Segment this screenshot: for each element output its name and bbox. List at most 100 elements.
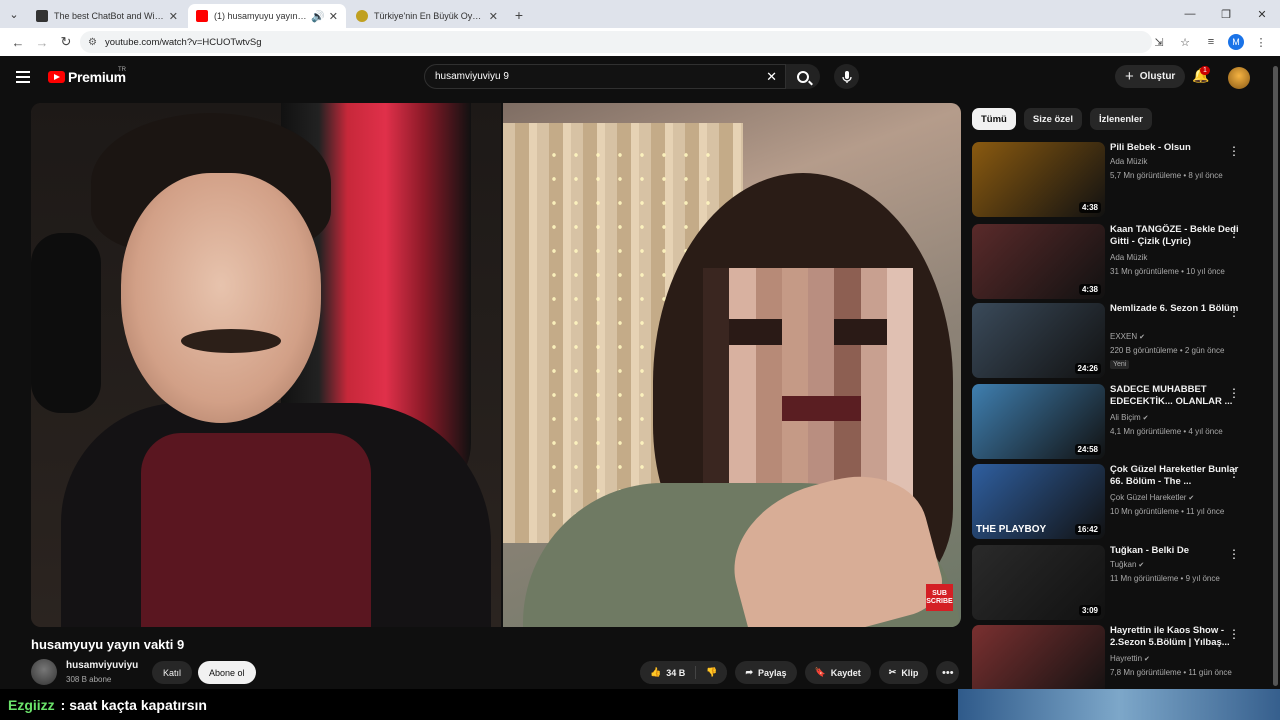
video-thumbnail[interactable]: 4:38 [972,142,1105,217]
recommendation-channel[interactable]: Ada Müzik [1110,157,1147,166]
save-button[interactable]: 🔖 Kaydet [804,661,871,684]
join-button[interactable]: Katıl [152,661,193,684]
subscriber-count: 308 B abone [66,675,112,684]
url-bar[interactable]: ⚙ youtube.com/watch?v=HCUOTwtvSg [80,31,1152,53]
bookmark-icon: 🔖 [814,667,826,677]
scrollbar-thumb[interactable] [1273,66,1278,686]
tab-search-icon[interactable]: ⌄ [0,0,28,28]
hamburger-menu-icon[interactable] [16,71,30,86]
recommendation-card[interactable]: 3:09 Tuğkan - Belki De Tuğkan ✔ 11 Mn görün… [972,545,1262,621]
minimize-icon[interactable]: — [1172,0,1208,28]
recommendation-card[interactable]: 24:58 SADECE MUHABBET EDECEKTİK... OLANLA… [972,384,1262,460]
recommendation-channel[interactable]: Ali Biçim ✔ [1110,413,1148,422]
page-scrollbar[interactable] [1270,56,1280,696]
video-player[interactable]: SUB SCRIBE [31,103,961,627]
like-button[interactable]: 👍 34 B [640,661,696,684]
mosaic-tile [703,344,730,371]
video-thumbnail[interactable]: 24:58 [972,384,1105,459]
chip-watched[interactable]: İzlenenler [1089,108,1152,130]
youtube-play-icon [48,71,65,83]
more-options-icon[interactable]: ⋮ [1228,627,1240,641]
install-icon[interactable]: ⇲ [1146,30,1172,54]
mosaic-tile [886,370,913,396]
new-tab-button[interactable]: + [508,4,530,26]
mosaic-tile [781,344,808,371]
recommendation-title[interactable]: Tuğkan - Belki De [1110,545,1240,557]
mosaic-tile [729,344,756,371]
create-button[interactable]: + Oluştur [1115,65,1186,88]
site-info-icon[interactable]: ⚙ [88,37,97,48]
clear-search-icon[interactable]: ✕ [766,69,777,85]
video-thumbnail[interactable]: 4:38 [972,224,1105,299]
youtube-premium-logo[interactable]: Premium TR [48,67,126,85]
more-options-icon[interactable]: ⋮ [1228,144,1240,158]
recommendation-channel[interactable]: Tuğkan ✔ [1110,560,1144,569]
chip-for-you[interactable]: Size özel [1023,108,1082,130]
thumbnail-text: THE PLAYBOY [976,524,1047,535]
recommendation-title[interactable]: Çok Güzel Hareketler Bunlar 66. Bölüm - … [1110,464,1240,488]
clip-button[interactable]: ✂ Klip [878,661,929,684]
channel-name: Ada Müzik [1110,253,1148,262]
mosaic-tile [755,344,782,371]
subscribe-watermark[interactable]: SUB SCRIBE [926,584,953,611]
share-button[interactable]: ➦ Paylaş [735,661,797,684]
recommendation-title[interactable]: Nemlizade 6. Sezon 1 Bölüm [1110,303,1240,315]
more-options-icon[interactable]: ⋮ [1228,466,1240,480]
more-options-icon[interactable]: ⋮ [1228,226,1240,240]
mosaic-tile [755,293,782,320]
tab-close-icon[interactable]: ✕ [169,10,178,23]
mosaic-tile [729,319,756,345]
more-options-icon[interactable]: ⋮ [1228,547,1240,561]
close-window-icon[interactable]: ✕ [1244,0,1280,28]
channel-avatar[interactable] [31,659,57,685]
more-options-icon[interactable]: ⋮ [1228,305,1240,319]
browser-tab-0[interactable]: The best ChatBot and Widgets ✕ [28,4,186,28]
recommendation-card[interactable]: THE PLAYBOY 16:42 Çok Güzel Hareketler Bun… [972,464,1262,540]
recommendation-channel[interactable]: Çok Güzel Hareketler ✔ [1110,493,1194,502]
forward-arrow-icon[interactable]: → [30,30,54,54]
chip-all[interactable]: Tümü [972,108,1016,130]
subscribe-button[interactable]: Abone ol [198,661,256,684]
profile-avatar[interactable]: M [1228,34,1244,50]
verified-check-icon: ✔ [1137,334,1145,341]
recommendation-title[interactable]: Hayrettin ile Kaos Show - 2.Sezon 5.Bölü… [1110,625,1240,649]
account-avatar[interactable] [1228,67,1250,89]
browser-menu-icon[interactable]: ⋮ [1248,30,1274,54]
duration-badge: 3:09 [1078,605,1101,616]
reload-icon[interactable]: ↻ [54,30,78,54]
recommendation-channel[interactable]: Hayrettin ✔ [1110,654,1150,663]
mustache [181,329,281,353]
recommendation-title[interactable]: Pili Bebek - Olsun [1110,142,1240,154]
bookmark-star-icon[interactable]: ☆ [1172,30,1198,54]
restore-icon[interactable]: ❐ [1208,0,1244,28]
tab-audio-icon[interactable]: 🔊 [311,10,325,23]
video-thumbnail[interactable]: THE PLAYBOY 16:42 [972,464,1105,539]
mosaic-tile [755,446,782,473]
video-thumbnail[interactable]: 3:09 [972,545,1105,620]
tab-close-icon[interactable]: ✕ [329,10,338,23]
recommendation-channel[interactable]: Ada Müzik [1110,253,1147,262]
more-actions-icon[interactable]: ••• [936,661,960,684]
mosaic-tile [886,268,913,294]
media-control-icon[interactable]: ≡ [1198,30,1224,54]
recommendation-title[interactable]: Kaan TANGÖZE - Bekle Dedi Gitti - Çizik … [1110,224,1240,248]
browser-tab-2[interactable]: Türkiye'nin En Büyük Oyuncu D ✕ [348,4,506,28]
more-options-icon[interactable]: ⋮ [1228,386,1240,400]
search-button[interactable] [786,64,820,89]
search-input[interactable]: husamviyuviyu 9 ✕ [424,64,786,89]
recommendation-channel[interactable]: EXXEN ✔ [1110,332,1145,341]
recommendation-card[interactable]: 4:38 Kaan TANGÖZE - Bekle Dedi Gitti - Çi… [972,224,1262,300]
recommendation-card[interactable]: 24:26 Nemlizade 6. Sezon 1 Bölüm EXXEN ✔ 22… [972,303,1262,379]
mosaic-tile [703,268,730,294]
tab-close-icon[interactable]: ✕ [489,10,498,23]
channel-name[interactable]: husamviyuviyu [66,660,138,671]
back-arrow-icon[interactable]: ← [6,30,30,54]
video-thumbnail[interactable]: 24:26 [972,303,1105,378]
create-label: Oluştur [1139,71,1176,82]
voice-search-button[interactable] [834,64,859,89]
recommendation-title[interactable]: SADECE MUHABBET EDECEKTİK... OLANLAR ... [1110,384,1240,408]
browser-tab-1[interactable]: (1) husamyuyu yayın vakti 9 🔊 ✕ [188,4,346,28]
recommendation-card[interactable]: 4:38 Pili Bebek - Olsun Ada Müzik 5,7 Mn gö… [972,142,1262,218]
dislike-button[interactable]: 👎 [696,661,728,684]
tab-favicon-icon [356,10,368,22]
